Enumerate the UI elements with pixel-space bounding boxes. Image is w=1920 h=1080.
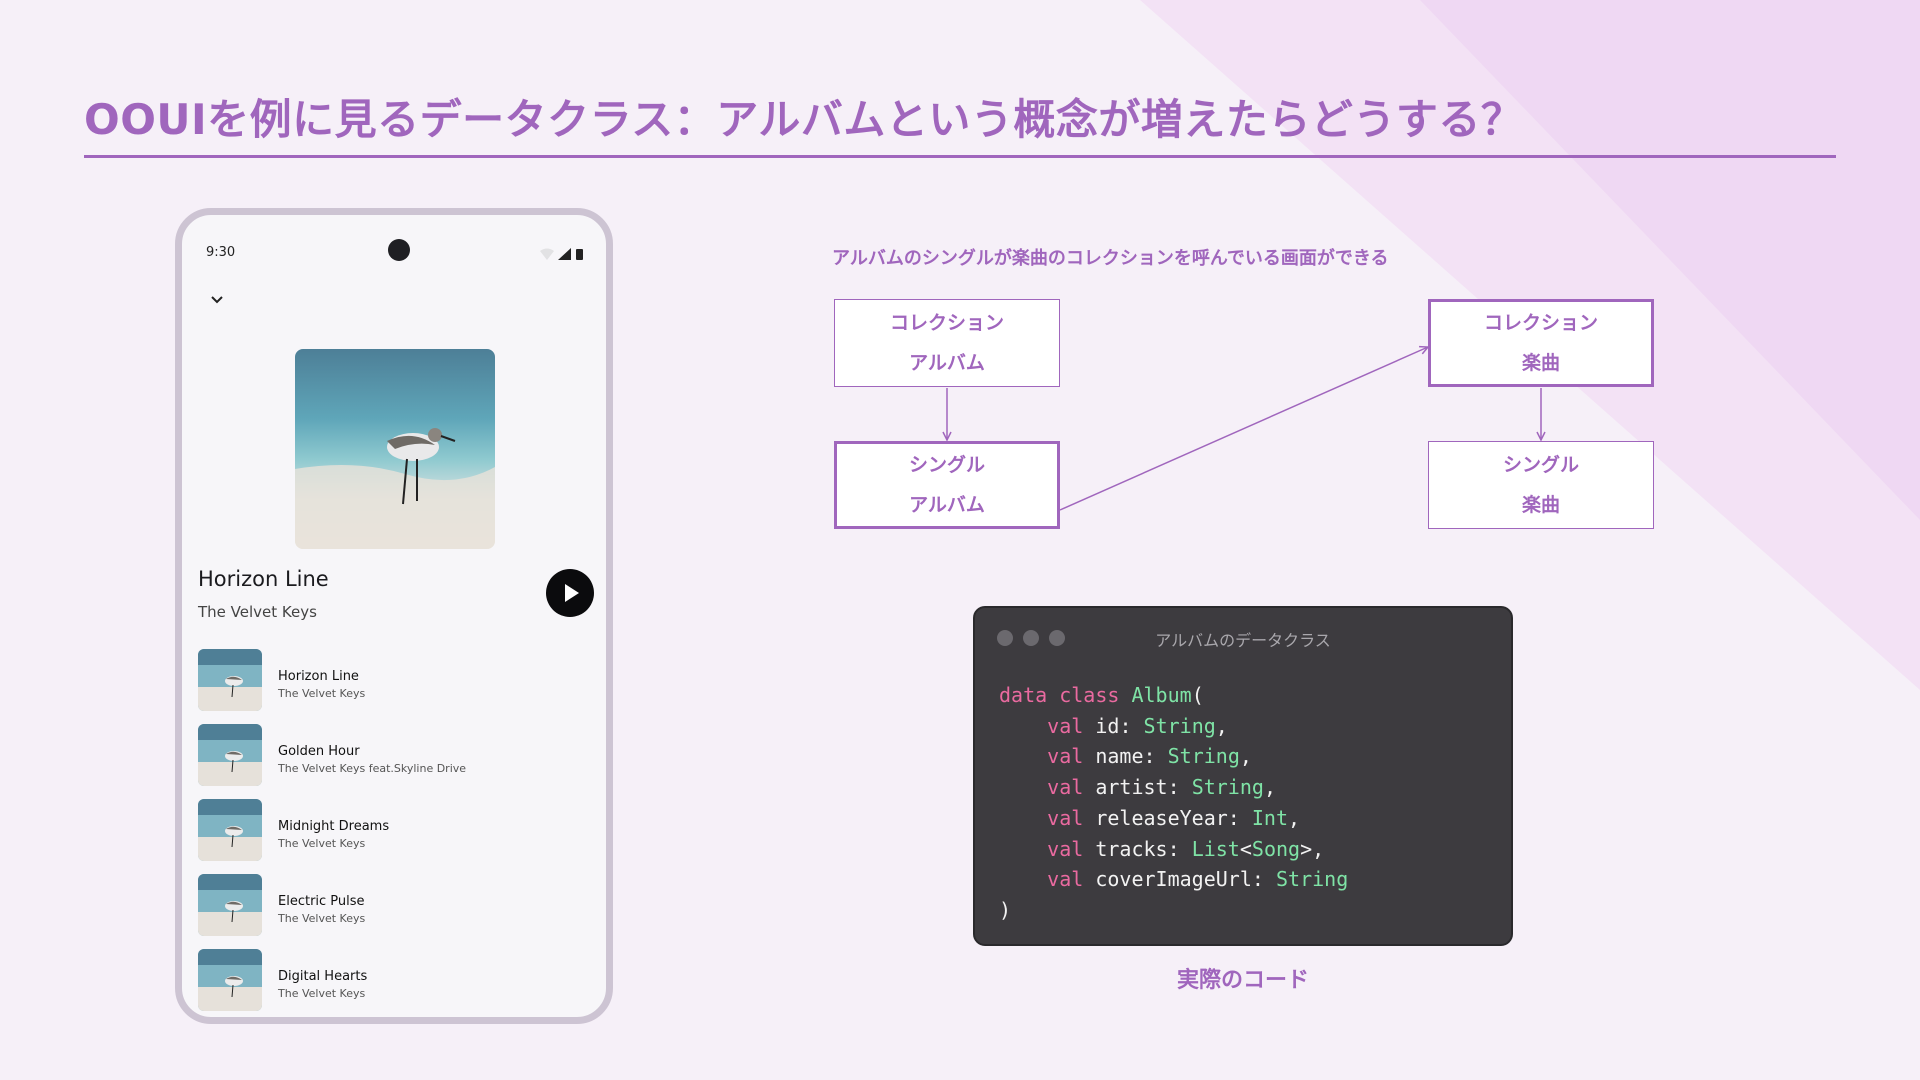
status-time: 9:30 (206, 245, 236, 260)
play-button[interactable] (546, 569, 594, 617)
now-playing-title: Horizon Line (198, 567, 329, 591)
box-object-label: アルバム (909, 494, 985, 516)
battery-icon (576, 249, 583, 260)
song-artist: The Velvet Keys (278, 987, 366, 1000)
list-item[interactable]: Horizon Line The Velvet Keys (198, 649, 598, 724)
phone-mockup: 9:30 Horizon Line The Velvet Keys Horizo… (175, 208, 613, 1024)
box-album-single: シングル アルバム (834, 441, 1060, 529)
now-playing-artist: The Velvet Keys (198, 603, 317, 621)
box-type-label: シングル (908, 454, 985, 476)
code-caption: 実際のコード (1176, 968, 1309, 993)
code-window: アルバムのデータクラス data class Album( val id: St… (973, 606, 1513, 946)
box-song-single: シングル 楽曲 (1428, 441, 1654, 529)
box-type-label: シングル (1502, 454, 1579, 476)
song-thumbnail (198, 949, 262, 1011)
camera-cutout (388, 239, 410, 261)
title-divider (84, 155, 1836, 158)
box-object-label: 楽曲 (1521, 352, 1560, 374)
album-artwork (295, 349, 495, 549)
song-title: Digital Hearts (278, 969, 368, 984)
song-artist: The Velvet Keys feat.Skyline Drive (278, 762, 467, 775)
song-title: Electric Pulse (278, 894, 365, 909)
page-title: OOUIを例に見るデータクラス：アルバムという概念が増えたらどうする？ (84, 95, 1524, 144)
list-item[interactable]: Midnight Dreams The Velvet Keys (198, 799, 598, 874)
song-title: Horizon Line (278, 669, 359, 684)
list-item[interactable]: Digital Hearts The Velvet Keys (198, 949, 598, 1017)
diagram-caption: アルバムのシングルが楽曲のコレクションを呼んでいる画面ができる (832, 248, 1389, 269)
song-title: Midnight Dreams (278, 819, 390, 834)
box-object-label: 楽曲 (1521, 494, 1560, 516)
box-type-label: コレクション (889, 312, 1004, 334)
signal-icon (558, 248, 571, 260)
wifi-icon (540, 248, 554, 260)
song-artist: The Velvet Keys (278, 687, 366, 700)
song-list: Horizon Line The Velvet Keys Golden Hour… (198, 649, 598, 1017)
box-object-label: アルバム (909, 352, 985, 374)
song-thumbnail (198, 799, 262, 861)
list-item[interactable]: Electric Pulse The Velvet Keys (198, 874, 598, 949)
song-artist: The Velvet Keys (278, 912, 366, 925)
song-thumbnail (198, 874, 262, 936)
box-type-label: コレクション (1483, 312, 1598, 334)
play-icon (565, 584, 579, 602)
song-thumbnail (198, 724, 262, 786)
song-thumbnail (198, 649, 262, 711)
chevron-down-icon[interactable] (210, 295, 224, 305)
song-artist: The Velvet Keys (278, 837, 366, 850)
box-song-collection: コレクション 楽曲 (1428, 299, 1654, 387)
code-block: data class Album( val id: String, val na… (999, 683, 1349, 922)
box-album-collection: コレクション アルバム (834, 299, 1060, 387)
status-icons (540, 248, 583, 260)
code-window-title: アルバムのデータクラス (1155, 631, 1331, 650)
song-title: Golden Hour (278, 744, 360, 759)
list-item[interactable]: Golden Hour The Velvet Keys feat.Skyline… (198, 724, 598, 799)
